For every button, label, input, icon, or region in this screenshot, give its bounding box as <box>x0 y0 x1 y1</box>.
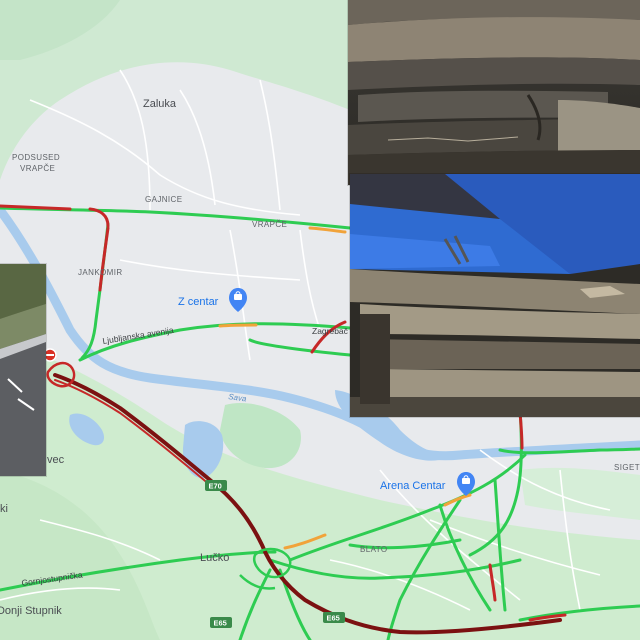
highway-photo-left <box>0 264 46 476</box>
district-label-blato: BLATO <box>360 545 388 554</box>
poi-label-arena-centar: Arena Centar <box>380 480 446 492</box>
district-label-gajnice: GAJNICE <box>145 195 182 204</box>
map-collage: Zaluka PODSUSED VRAPČE GAJNICE VRAPČE JA… <box>0 0 640 640</box>
svg-text:E65: E65 <box>214 619 227 628</box>
route-shield-e70: E70 <box>205 480 227 491</box>
route-shield-e65-a: E65 <box>210 617 232 628</box>
bridge-damage-photo-top <box>348 0 640 185</box>
town-label-lucko: Lučko <box>200 552 229 564</box>
district-label-zaluka: Zaluka <box>143 98 177 110</box>
town-label-donji-stupnik: DDonji Stupnik <box>0 605 62 617</box>
town-label-ki: ki <box>0 503 8 515</box>
poi-label-z-centar: Z centar <box>178 296 219 308</box>
bridge-damage-photo-middle <box>350 174 640 417</box>
district-label-siget: SIGET <box>614 463 640 472</box>
route-shield-e65-b: E65 <box>323 612 345 623</box>
street-label-zagrebac: Zagrebač <box>312 326 349 336</box>
svg-text:E65: E65 <box>327 614 340 623</box>
district-label-vrapce-right: VRAPČE <box>252 220 287 229</box>
district-label-jankomir: JANKOMIR <box>78 268 123 277</box>
district-label-podsused: PODSUSED <box>12 153 60 162</box>
district-label-vrapce-left: VRAPČE <box>20 164 55 173</box>
town-label-vec: vec <box>47 454 65 466</box>
svg-text:E70: E70 <box>209 482 222 491</box>
